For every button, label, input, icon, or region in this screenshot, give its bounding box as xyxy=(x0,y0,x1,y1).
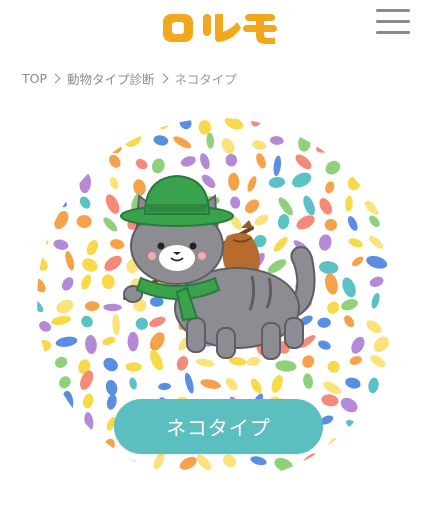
confetti-blob xyxy=(362,417,383,430)
hamburger-menu-icon[interactable] xyxy=(374,6,414,36)
confetti-blob xyxy=(54,439,68,454)
confetti-blob xyxy=(106,120,121,128)
confetti-blob xyxy=(81,462,95,473)
confetti-blob xyxy=(37,461,55,472)
confetti-blob xyxy=(37,150,48,171)
confetti-blob xyxy=(55,457,68,470)
confetti-blob xyxy=(110,455,124,475)
confetti-blob xyxy=(128,118,139,135)
confetti-blob xyxy=(84,118,97,129)
confetti-blob xyxy=(56,141,74,153)
confetti-blob xyxy=(37,374,50,393)
confetti-blob xyxy=(37,193,42,211)
confetti-blob xyxy=(349,118,362,133)
confetti-blob xyxy=(347,137,358,159)
confetti-blob xyxy=(342,462,364,472)
breadcrumb-current: ネコタイプ xyxy=(174,71,237,87)
confetti-blob xyxy=(37,435,52,450)
chevron-right-icon xyxy=(158,73,168,83)
breadcrumb-top-link[interactable]: TOP xyxy=(22,71,47,86)
site-logo[interactable] xyxy=(161,8,279,48)
confetti-blob xyxy=(37,358,44,372)
confetti-blob xyxy=(37,137,45,149)
header xyxy=(0,0,437,56)
result-type-button[interactable]: ネコタイプ xyxy=(114,399,323,454)
confetti-blob xyxy=(37,219,47,232)
confetti-blob xyxy=(316,119,337,133)
breadcrumb-animal-diagnosis-link[interactable]: 動物タイプ診断 xyxy=(67,69,155,88)
confetti-blob xyxy=(59,160,76,172)
confetti-blob xyxy=(366,118,382,132)
confetti-blob xyxy=(37,118,46,132)
confetti-blob xyxy=(88,136,98,148)
confetti-blob xyxy=(339,441,360,453)
confetti-blob xyxy=(372,138,387,156)
confetti-blob xyxy=(37,418,47,435)
confetti-blob xyxy=(372,181,385,191)
menu-line xyxy=(376,20,410,23)
confetti-blob xyxy=(367,158,383,168)
confetti-blob xyxy=(77,155,92,171)
confetti-blob xyxy=(37,396,44,407)
confetti-blob xyxy=(54,119,68,135)
confetti-blob xyxy=(367,439,384,453)
breadcrumb: TOP 動物タイプ診断 ネコタイプ xyxy=(22,69,237,87)
confetti-blob xyxy=(127,331,139,352)
confetti-blob xyxy=(298,118,311,130)
menu-line xyxy=(376,31,410,34)
confetti-blob xyxy=(343,155,355,169)
confetti-blob xyxy=(321,459,335,472)
chevron-right-icon xyxy=(50,73,61,83)
confetti-blob xyxy=(368,459,388,476)
page: TOP 動物タイプ診断 ネコタイプ ネコタイプ xyxy=(0,0,437,512)
menu-line xyxy=(376,9,410,12)
confetti-blob xyxy=(37,179,51,192)
